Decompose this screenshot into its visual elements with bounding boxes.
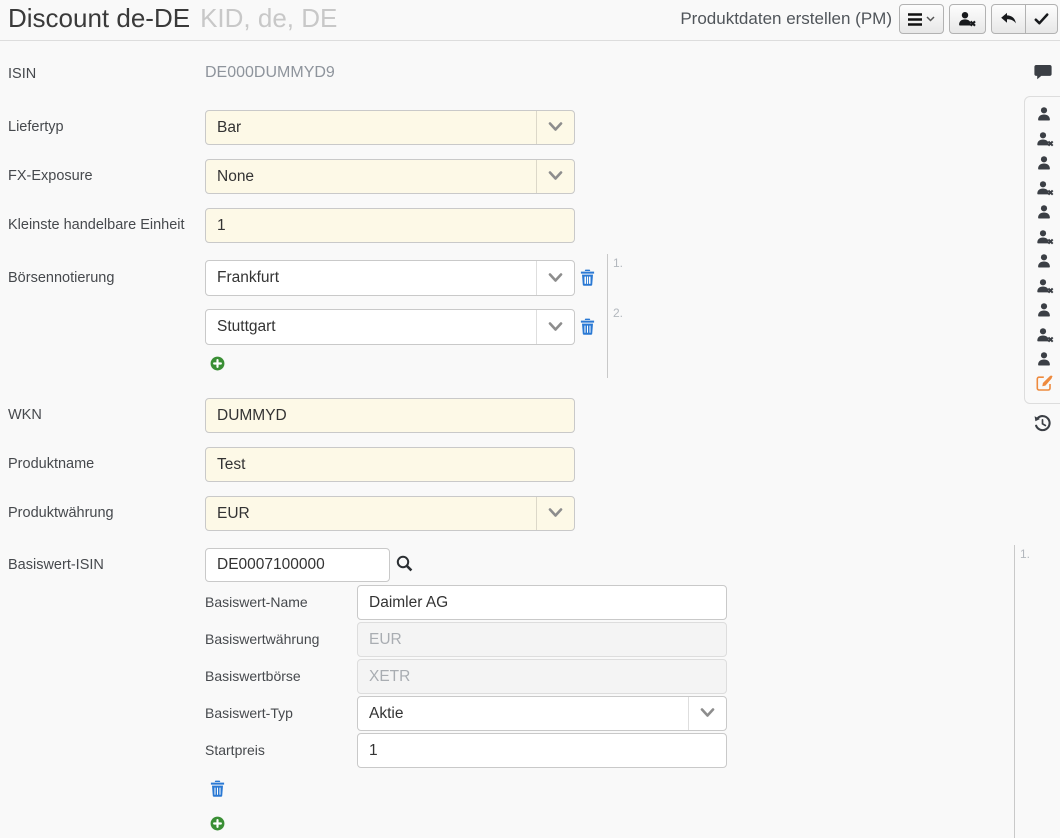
delete-boersennotierung-2-button[interactable]	[580, 318, 595, 335]
boersennotierung-index-2: 2.	[613, 306, 623, 320]
menu-button[interactable]	[899, 4, 944, 34]
basiswert-typ-label: Basiswert-Typ	[205, 696, 293, 731]
produktname-label: Produktname	[8, 447, 94, 482]
workflow-status-label: Produktdaten erstellen (PM)	[680, 9, 892, 29]
basiswert-index-1: 1.	[1020, 547, 1030, 561]
basiswertwaehrung-label: Basiswertwährung	[205, 622, 319, 657]
user-x-icon	[958, 11, 977, 27]
basiswertwaehrung-input	[357, 622, 727, 657]
user-x-icon[interactable]	[1036, 180, 1056, 197]
user-x-icon[interactable]	[1036, 229, 1056, 246]
chevron-down-icon	[536, 261, 574, 295]
header-actions: Produktdaten erstellen (PM)	[680, 4, 1058, 34]
produktwaehrung-selected-value: EUR	[206, 505, 536, 523]
fx-exposure-label: FX-Exposure	[8, 159, 93, 194]
user-assignment-panel	[1024, 96, 1060, 404]
hamburger-icon	[908, 13, 922, 26]
basiswert-typ-selected-value: Aktie	[358, 705, 688, 723]
chevron-down-icon	[926, 16, 935, 22]
plus-circle-icon	[210, 356, 225, 371]
undo-icon	[1000, 12, 1017, 26]
fx-exposure-select[interactable]: None	[205, 159, 575, 194]
user-x-icon[interactable]	[1036, 278, 1056, 295]
boersennotierung-index-1: 1.	[613, 256, 623, 270]
boersennotierung-2-value: Stuttgart	[206, 318, 536, 336]
comment-button[interactable]	[1034, 64, 1052, 81]
chevron-down-icon	[536, 497, 574, 530]
boersennotierung-select-1[interactable]: Frankfurt	[205, 260, 575, 296]
isin-value: DE000DUMMYD9	[205, 64, 335, 82]
basiswert-isin-input[interactable]	[205, 548, 390, 582]
page-title-text: Discount de-DE	[8, 3, 190, 33]
wkn-label: WKN	[8, 398, 42, 433]
basiswertboerse-label: Basiswertbörse	[205, 659, 301, 694]
user-icon[interactable]	[1036, 106, 1056, 123]
check-icon	[1034, 13, 1049, 25]
add-basiswert-button[interactable]	[210, 816, 225, 831]
boersennotierung-list-guide	[607, 254, 608, 378]
liefertyp-selected-value: Bar	[206, 119, 536, 137]
fx-exposure-selected-value: None	[206, 168, 536, 186]
startpreis-input[interactable]	[357, 733, 727, 768]
user-x-icon[interactable]	[1036, 327, 1056, 344]
undo-button[interactable]	[991, 4, 1026, 34]
save-button-group	[991, 4, 1058, 34]
kleinste-einheit-input[interactable]	[205, 208, 575, 243]
basiswert-name-label: Basiswert-Name	[205, 585, 308, 620]
confirm-button[interactable]	[1026, 4, 1058, 34]
user-icon[interactable]	[1036, 155, 1056, 172]
chevron-down-icon	[688, 697, 726, 730]
history-icon	[1033, 414, 1052, 433]
produktwaehrung-select[interactable]: EUR	[205, 496, 575, 531]
produktname-input[interactable]	[205, 447, 575, 482]
page-subtitle: KID, de, DE	[200, 3, 337, 33]
boersennotierung-1-value: Frankfurt	[206, 269, 536, 287]
boersennotierung-label: Börsennotierung	[8, 260, 114, 296]
basiswert-isin-label: Basiswert-ISIN	[8, 548, 104, 582]
page-title: Discount de-DE KID, de, DE	[8, 3, 337, 34]
user-icon[interactable]	[1036, 351, 1056, 368]
user-x-icon[interactable]	[1036, 131, 1056, 148]
chevron-down-icon	[536, 160, 574, 193]
trash-icon	[580, 269, 595, 286]
isin-label: ISIN	[8, 66, 36, 82]
add-boersennotierung-button[interactable]	[210, 356, 225, 371]
header: Discount de-DE KID, de, DE Produktdaten e…	[0, 0, 1060, 41]
user-remove-button[interactable]	[949, 4, 986, 34]
boersennotierung-select-2[interactable]: Stuttgart	[205, 309, 575, 345]
trash-icon	[580, 318, 595, 335]
chevron-down-icon	[536, 111, 574, 144]
history-button[interactable]	[1033, 414, 1052, 433]
edit-icon[interactable]	[1036, 376, 1056, 393]
basiswert-list-guide	[1014, 545, 1015, 838]
chevron-down-icon	[536, 310, 574, 344]
delete-boersennotierung-1-button[interactable]	[580, 269, 595, 286]
trash-icon	[210, 780, 225, 797]
plus-circle-icon	[210, 816, 225, 831]
basiswert-name-input[interactable]	[357, 585, 727, 620]
delete-basiswert-button[interactable]	[210, 780, 225, 797]
search-icon	[396, 555, 413, 572]
basiswertboerse-input	[357, 659, 727, 694]
basiswert-search-button[interactable]	[396, 555, 413, 572]
user-icon[interactable]	[1036, 204, 1056, 221]
liefertyp-label: Liefertyp	[8, 110, 64, 145]
produktwaehrung-label: Produktwährung	[8, 496, 114, 531]
kleinste-einheit-label: Kleinste handelbare Einheit	[8, 208, 185, 243]
liefertyp-select[interactable]: Bar	[205, 110, 575, 145]
product-editor-screen: Discount de-DE KID, de, DE Produktdaten e…	[0, 0, 1060, 838]
basiswert-typ-select[interactable]: Aktie	[357, 696, 727, 731]
startpreis-label: Startpreis	[205, 733, 265, 768]
user-icon[interactable]	[1036, 302, 1056, 319]
user-icon[interactable]	[1036, 253, 1056, 270]
comment-icon	[1034, 64, 1052, 81]
wkn-input[interactable]	[205, 398, 575, 433]
